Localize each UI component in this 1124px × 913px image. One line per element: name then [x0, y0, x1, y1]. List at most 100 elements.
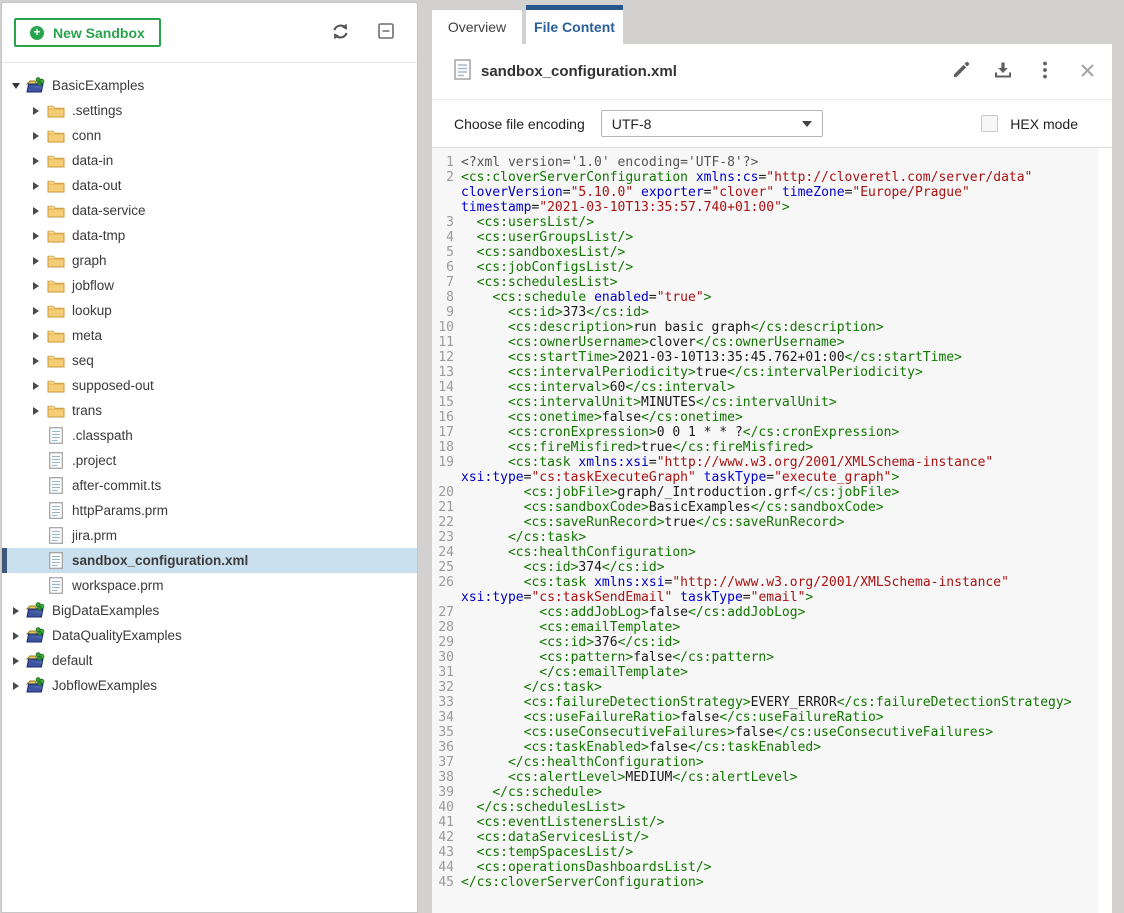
- line-number: 12: [432, 350, 461, 365]
- chevron-right-icon[interactable]: [28, 182, 44, 190]
- sandbox-icon: [26, 602, 45, 619]
- folder-icon: [46, 327, 65, 344]
- chevron-right-icon[interactable]: [8, 607, 24, 615]
- line-number: 24: [432, 545, 461, 560]
- code-line-content: <?xml version='1.0' encoding='UTF-8'?>: [461, 155, 1098, 170]
- tree-item-after-commit-ts[interactable]: after-commit.ts: [2, 473, 417, 498]
- tree-item-label: data-tmp: [72, 228, 125, 243]
- line-number: 37: [432, 755, 461, 770]
- tree-item-jobflowexamples[interactable]: JobflowExamples: [2, 673, 417, 698]
- tree-item-httpparams-prm[interactable]: httpParams.prm: [2, 498, 417, 523]
- close-icon: [1080, 63, 1095, 81]
- code-line-content: <cs:intervalUnit>MINUTES</cs:intervalUni…: [461, 395, 1098, 410]
- line-number: 11: [432, 335, 461, 350]
- code-line-content: <cs:alertLevel>MEDIUM</cs:alertLevel>: [461, 770, 1098, 785]
- tab-file-content[interactable]: File Content: [526, 5, 623, 44]
- line-number: 10: [432, 320, 461, 335]
- tree-item-label: graph: [72, 253, 107, 268]
- code-line: 25 <cs:id>374</cs:id>: [432, 560, 1098, 575]
- chevron-right-icon[interactable]: [28, 357, 44, 365]
- code-line-content: <cs:emailTemplate>: [461, 620, 1098, 635]
- tree-item-project[interactable]: .project: [2, 448, 417, 473]
- chevron-right-icon[interactable]: [28, 107, 44, 115]
- file-icon: [46, 427, 65, 444]
- chevron-right-icon[interactable]: [28, 307, 44, 315]
- more-actions-button[interactable]: [1036, 63, 1054, 81]
- chevron-right-icon[interactable]: [28, 282, 44, 290]
- hex-mode-checkbox[interactable]: [981, 115, 998, 132]
- chevron-right-icon[interactable]: [28, 382, 44, 390]
- encoding-label: Choose file encoding: [454, 116, 585, 132]
- tree-item-lookup[interactable]: lookup: [2, 298, 417, 323]
- code-line: 12 <cs:startTime>2021-03-10T13:35:45.762…: [432, 350, 1098, 365]
- code-line-content: <cs:tempSpacesList/>: [461, 845, 1098, 860]
- chevron-right-icon[interactable]: [28, 207, 44, 215]
- code-line: 22 <cs:saveRunRecord>true</cs:saveRunRec…: [432, 515, 1098, 530]
- edit-button[interactable]: [952, 63, 970, 81]
- code-line: 3 <cs:usersList/>: [432, 215, 1098, 230]
- code-line: 24 <cs:healthConfiguration>: [432, 545, 1098, 560]
- tree-item-basicexamples[interactable]: BasicExamples: [2, 73, 417, 98]
- code-line: 43 <cs:tempSpacesList/>: [432, 845, 1098, 860]
- encoding-select[interactable]: UTF-8: [601, 110, 823, 137]
- tree-item-bigdataexamples[interactable]: BigDataExamples: [2, 598, 417, 623]
- tree-item-label: .classpath: [72, 428, 133, 443]
- code-line-content: <cs:schedule enabled="true">: [461, 290, 1098, 305]
- line-number: 14: [432, 380, 461, 395]
- chevron-right-icon[interactable]: [28, 407, 44, 415]
- tree-item-jira-prm[interactable]: jira.prm: [2, 523, 417, 548]
- close-button[interactable]: [1078, 63, 1096, 81]
- tab-overview[interactable]: Overview: [432, 10, 522, 44]
- code-line: 39 </cs:schedule>: [432, 785, 1098, 800]
- tree-item-data-service[interactable]: data-service: [2, 198, 417, 223]
- tree-item-seq[interactable]: seq: [2, 348, 417, 373]
- chevron-right-icon[interactable]: [8, 657, 24, 665]
- chevron-right-icon[interactable]: [28, 257, 44, 265]
- pencil-icon: [952, 61, 970, 82]
- line-number: 1: [432, 155, 461, 170]
- tree-item-dataqualityexamples[interactable]: DataQualityExamples: [2, 623, 417, 648]
- code-line-content: </cs:emailTemplate>: [461, 665, 1098, 680]
- chevron-right-icon[interactable]: [28, 332, 44, 340]
- code-line-content: <cs:taskEnabled>false</cs:taskEnabled>: [461, 740, 1098, 755]
- tree-item-label: seq: [72, 353, 94, 368]
- chevron-right-icon[interactable]: [28, 157, 44, 165]
- collapse-all-button[interactable]: [377, 22, 395, 43]
- tree-item-label: jira.prm: [72, 528, 117, 543]
- chevron-right-icon[interactable]: [8, 682, 24, 690]
- tree-item-meta[interactable]: meta: [2, 323, 417, 348]
- tree-item-sandbox-configuration-xml[interactable]: sandbox_configuration.xml: [2, 548, 417, 573]
- code-line-content: </cs:healthConfiguration>: [461, 755, 1098, 770]
- tree-item-jobflow[interactable]: jobflow: [2, 273, 417, 298]
- folder-icon: [46, 377, 65, 394]
- tree-item-classpath[interactable]: .classpath: [2, 423, 417, 448]
- chevron-right-icon[interactable]: [8, 632, 24, 640]
- code-line-content: <cs:intervalPeriodicity>true</cs:interva…: [461, 365, 1098, 380]
- tree-item-settings[interactable]: .settings: [2, 98, 417, 123]
- download-button[interactable]: [994, 63, 1012, 81]
- tree-item-conn[interactable]: conn: [2, 123, 417, 148]
- tree-item-data-in[interactable]: data-in: [2, 148, 417, 173]
- tree-item-supposed-out[interactable]: supposed-out: [2, 373, 417, 398]
- sandbox-icon: [26, 77, 45, 94]
- tree-item-default[interactable]: default: [2, 648, 417, 673]
- tree-item-graph[interactable]: graph: [2, 248, 417, 273]
- tree-item-label: data-out: [72, 178, 122, 193]
- sidebar-header: + New Sandbox: [2, 3, 417, 63]
- new-sandbox-label: New Sandbox: [53, 25, 145, 41]
- line-number: 16: [432, 410, 461, 425]
- code-line: 27 <cs:addJobLog>false</cs:addJobLog>: [432, 605, 1098, 620]
- tree-item-trans[interactable]: trans: [2, 398, 417, 423]
- refresh-button[interactable]: [330, 21, 351, 45]
- line-number: 45: [432, 875, 461, 890]
- tree-item-data-tmp[interactable]: data-tmp: [2, 223, 417, 248]
- folder-icon: [46, 352, 65, 369]
- chevron-right-icon[interactable]: [28, 232, 44, 240]
- chevron-right-icon[interactable]: [28, 132, 44, 140]
- chevron-down-icon[interactable]: [8, 83, 24, 89]
- code-line-content: </cs:schedulesList>: [461, 800, 1098, 815]
- tree-item-data-out[interactable]: data-out: [2, 173, 417, 198]
- code-line: 9 <cs:id>373</cs:id>: [432, 305, 1098, 320]
- new-sandbox-button[interactable]: + New Sandbox: [14, 18, 161, 47]
- tree-item-workspace-prm[interactable]: workspace.prm: [2, 573, 417, 598]
